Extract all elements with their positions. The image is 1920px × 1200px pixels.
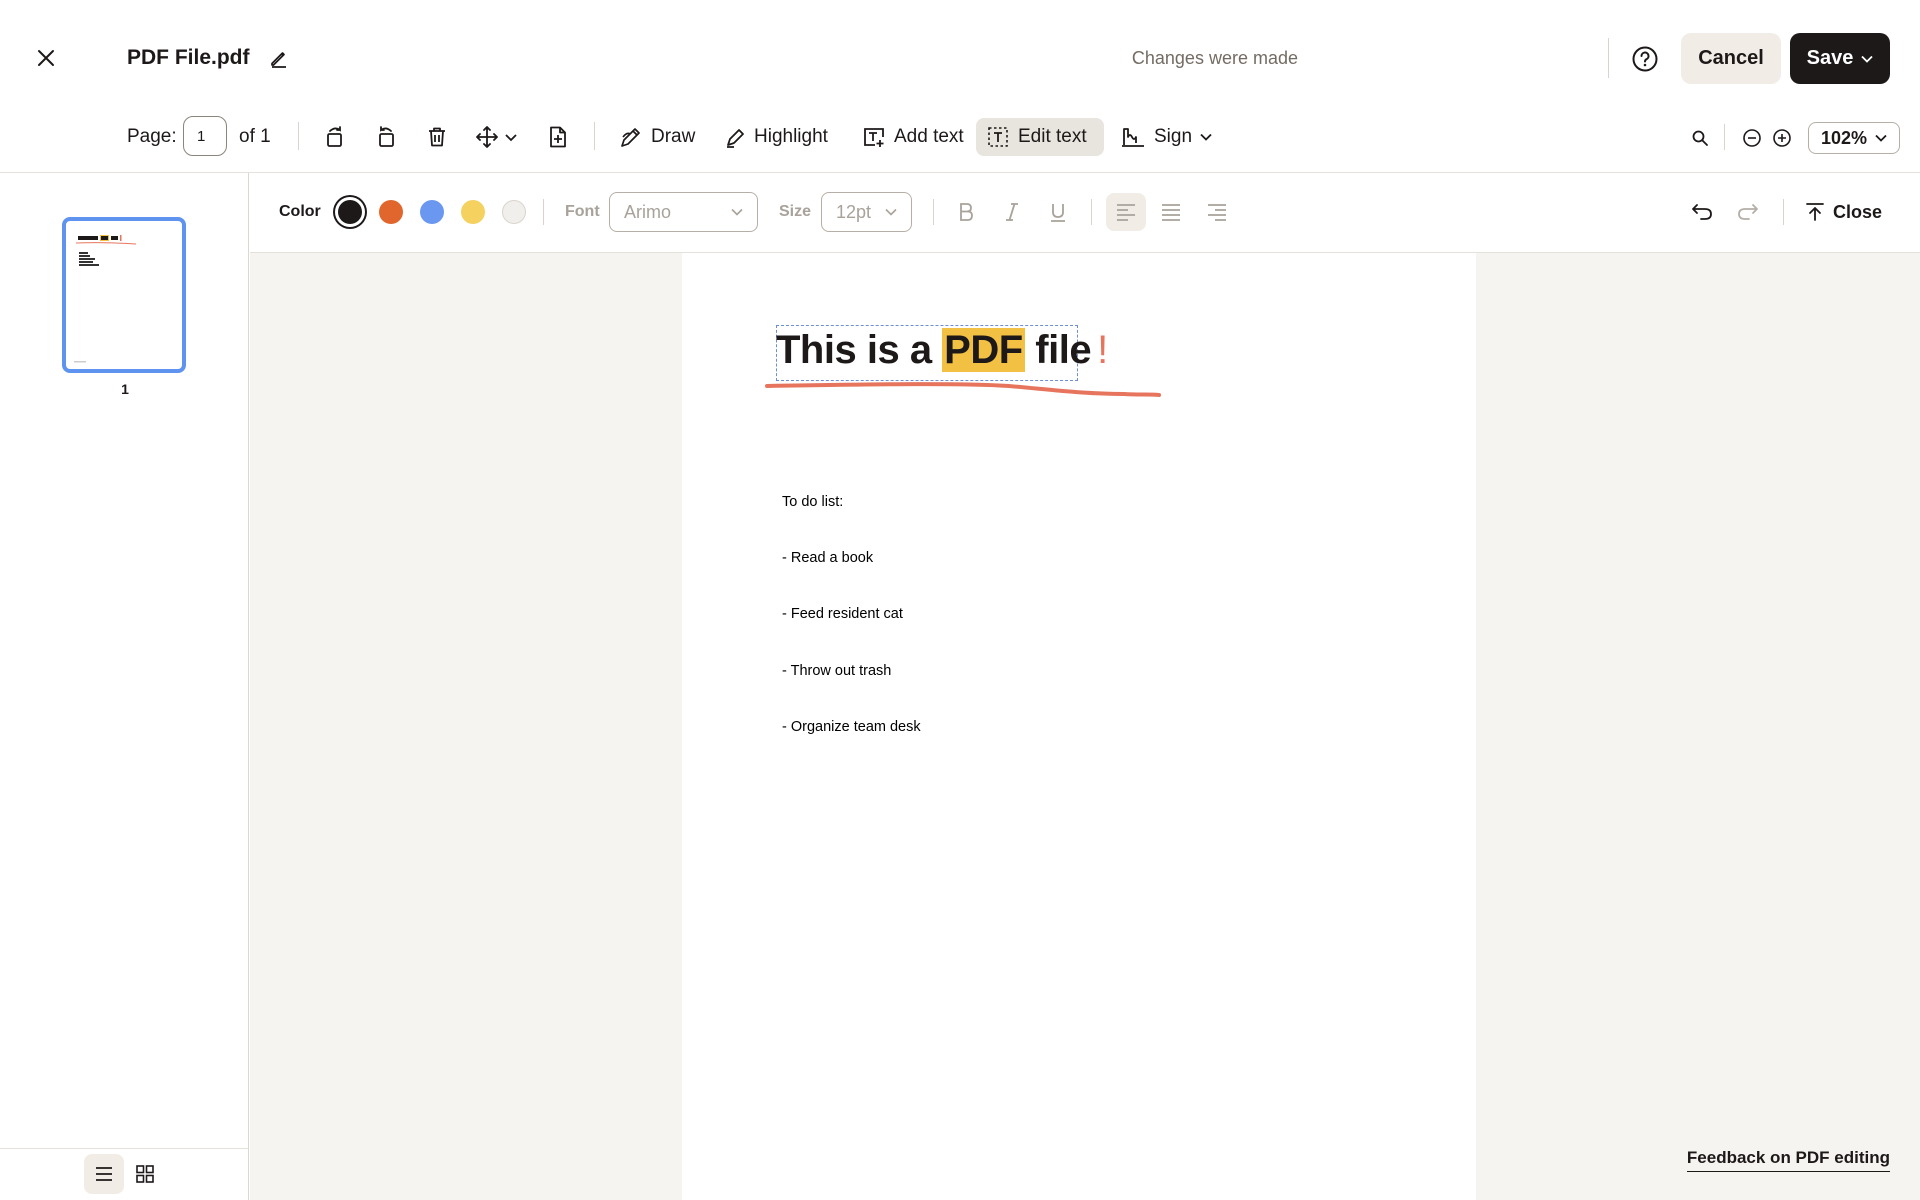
sign-label: Sign [1154, 126, 1193, 147]
header-divider [1608, 38, 1609, 78]
save-button[interactable]: Save [1790, 33, 1890, 84]
italic-icon[interactable] [997, 198, 1027, 226]
todo-item: - Read a book [782, 549, 874, 566]
file-name: PDF File.pdf [127, 46, 250, 69]
underline-icon[interactable] [1043, 198, 1073, 226]
font-select[interactable]: Arimo [609, 192, 758, 232]
draw-label: Draw [651, 126, 696, 147]
format-divider [1783, 199, 1784, 225]
todo-item: - Throw out trash [782, 662, 892, 679]
sign-tool-button[interactable]: Sign [1110, 118, 1222, 156]
signature-icon [1120, 125, 1146, 149]
close-label: Close [1833, 201, 1883, 222]
chevron-down-icon [731, 208, 743, 216]
zoom-value: 102% [1820, 127, 1868, 148]
heading-text-end: file [1024, 328, 1092, 372]
draw-tool-button[interactable]: Draw [609, 118, 705, 156]
zoom-select[interactable]: 102% [1808, 122, 1900, 154]
add-text-label: Add text [894, 126, 964, 147]
chevron-down-icon [1861, 55, 1873, 63]
page-total: of 1 [239, 126, 271, 147]
red-ink-underline[interactable] [764, 380, 1162, 404]
collapse-up-icon [1805, 202, 1825, 222]
rename-pencil-icon[interactable] [266, 44, 292, 72]
format-divider [543, 199, 544, 225]
sidebar-footer-divider [0, 1148, 248, 1149]
heading-highlighted-word: PDF [942, 328, 1025, 372]
edit-text-tool-button[interactable]: Edit text [976, 118, 1104, 156]
chevron-down-icon [1875, 134, 1887, 142]
thumbnail-page-number: 1 [121, 381, 129, 397]
chevron-down-icon [1200, 133, 1212, 141]
redo-icon[interactable] [1733, 198, 1763, 226]
zoom-out-icon[interactable] [1740, 126, 1764, 150]
highlighter-icon [724, 125, 746, 149]
size-label: Size [779, 203, 812, 220]
zoom-in-icon[interactable] [1770, 126, 1794, 150]
heading-text-start: This is a [776, 328, 943, 372]
todo-item: - Feed resident cat [782, 606, 903, 623]
help-icon[interactable] [1628, 42, 1662, 76]
chevron-down-icon [885, 208, 897, 216]
color-swatch-white[interactable] [502, 200, 526, 224]
trash-icon[interactable] [422, 122, 452, 152]
color-label: Color [279, 203, 321, 220]
todo-item: - Organize team desk [782, 719, 921, 736]
toolbar-divider [594, 122, 595, 150]
color-swatch-yellow[interactable] [461, 200, 485, 224]
add-text-tool-button[interactable]: Add text [852, 118, 974, 156]
text-format-bar [250, 173, 1920, 253]
add-text-icon [862, 125, 886, 149]
grid-view-icon[interactable] [128, 1154, 162, 1194]
insert-page-icon[interactable] [543, 122, 573, 152]
draw-icon [619, 125, 643, 149]
color-swatch-blue[interactable] [420, 200, 444, 224]
list-view-icon[interactable] [84, 1154, 124, 1194]
page-number-input[interactable] [183, 116, 227, 156]
feedback-link[interactable]: Feedback on PDF editing [1686, 1147, 1890, 1172]
todo-title: To do list: [782, 493, 844, 510]
highlight-tool-button[interactable]: Highlight [714, 118, 838, 156]
highlight-label: Highlight [754, 126, 828, 147]
font-value: Arimo [624, 201, 672, 222]
color-swatch-black[interactable] [338, 200, 362, 224]
move-page-icon[interactable] [474, 122, 524, 152]
close-edit-text-button[interactable]: Close [1805, 198, 1882, 226]
toolbar-divider [1724, 124, 1725, 150]
align-left-icon[interactable] [1106, 193, 1146, 231]
align-center-icon[interactable] [1156, 198, 1186, 226]
edit-text-icon [986, 125, 1010, 149]
bold-icon[interactable] [951, 198, 981, 226]
size-select[interactable]: 12pt [821, 192, 912, 232]
format-divider [1091, 199, 1092, 225]
todo-list-text[interactable]: To do list: - Read a book - Feed residen… [782, 455, 921, 756]
toolbar-divider [298, 122, 299, 150]
rotate-right-icon[interactable] [320, 122, 350, 152]
font-label: Font [565, 203, 600, 220]
color-swatch-orange[interactable] [379, 200, 403, 224]
undo-icon[interactable] [1687, 198, 1717, 226]
close-editor-icon[interactable] [28, 40, 64, 76]
document-heading[interactable]: This is a PDF file! [776, 322, 1108, 378]
ink-exclamation-mark: ! [1097, 328, 1108, 372]
changes-status: Changes were made [1131, 48, 1298, 68]
edit-text-label: Edit text [1018, 126, 1087, 147]
cancel-button[interactable]: Cancel [1681, 33, 1781, 84]
size-value: 12pt [836, 201, 872, 222]
rotate-left-icon[interactable] [371, 122, 401, 152]
page-label: Page: [127, 126, 177, 147]
align-right-icon[interactable] [1202, 198, 1232, 226]
save-label: Save [1806, 47, 1854, 69]
search-icon[interactable] [1688, 126, 1712, 150]
format-divider [933, 199, 934, 225]
page-thumbnail[interactable] [62, 217, 186, 373]
